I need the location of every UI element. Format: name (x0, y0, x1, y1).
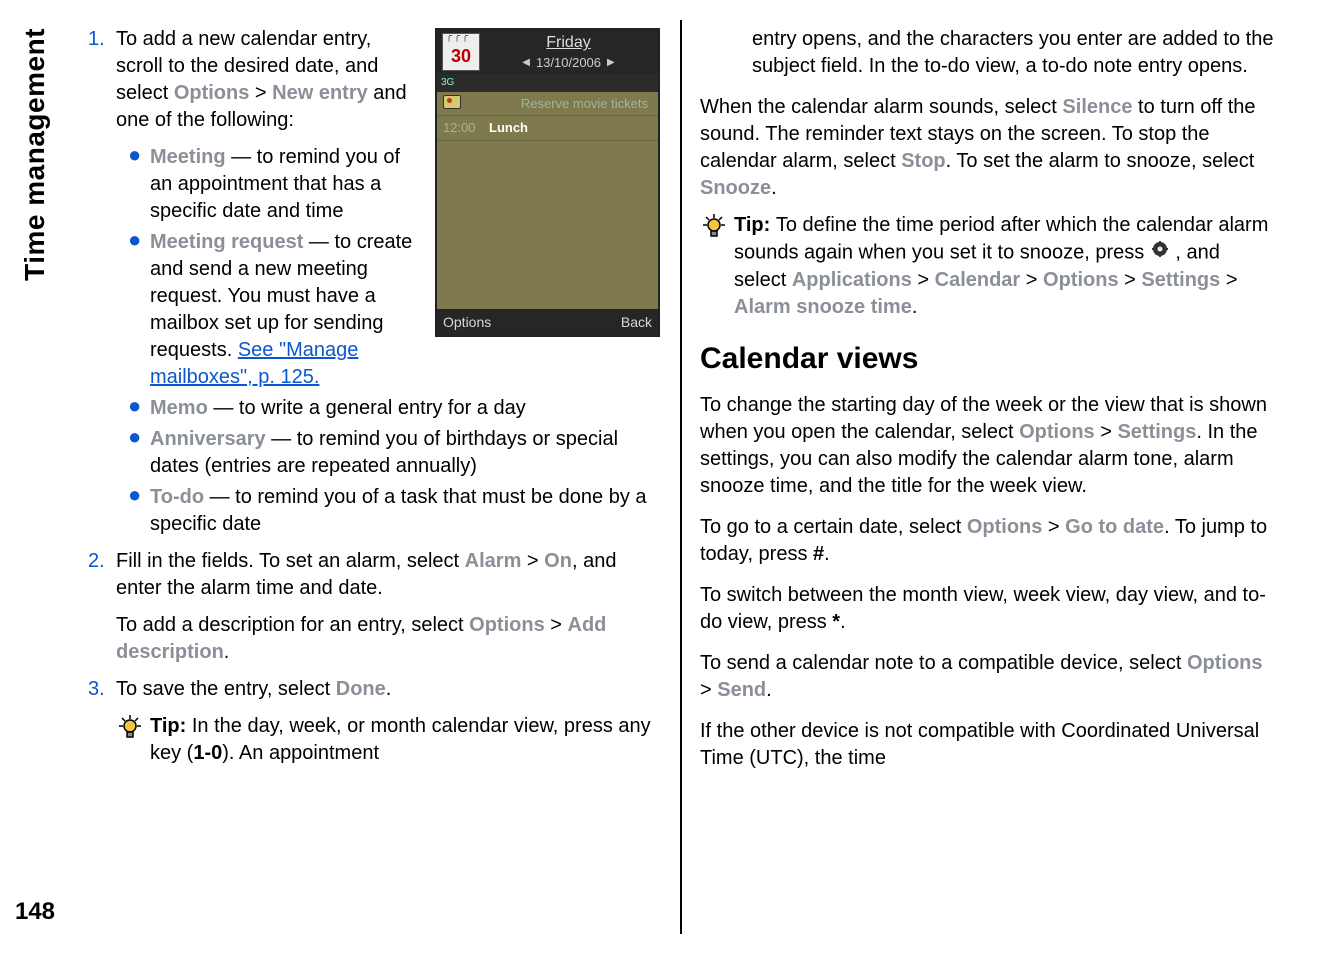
nav-key-icon (1150, 239, 1170, 267)
alarm-paragraph: When the calendar alarm sounds, select S… (700, 94, 1274, 202)
next-day-arrow-icon: ▶ (607, 56, 615, 70)
step-2: 2. Fill in the fields. To set an alarm, … (88, 548, 662, 666)
phone-memo-row: Reserve movie tickets (437, 92, 658, 117)
calendar-views-heading: Calendar views (700, 339, 1274, 380)
tip-icon (700, 212, 734, 321)
appt-time: 12:00 (443, 119, 489, 137)
step-number: 3. (88, 676, 116, 703)
phone-date: 13/10/2006 (536, 54, 601, 72)
paragraph: To send a calendar note to a compatible … (700, 650, 1274, 704)
step-number: 2. (88, 548, 116, 666)
list-item: ●Meeting — to remind you of an appointme… (128, 144, 423, 225)
left-column: ╭╭╭ 30 Friday ◀ 13/10/2006 ▶ 3G (70, 20, 682, 934)
calendar-icon: ╭╭╭ 30 (442, 33, 480, 71)
tip-block: Tip: To define the time period after whi… (700, 212, 1274, 321)
tip-icon (116, 713, 150, 767)
phone-screenshot: ╭╭╭ 30 Friday ◀ 13/10/2006 ▶ 3G (435, 28, 660, 337)
paragraph: If the other device is not compatible wi… (700, 718, 1274, 772)
tip-continuation: entry opens, and the characters you ente… (752, 26, 1274, 80)
step-1: 1. To add a new calendar entry, scroll t… (88, 26, 423, 134)
step-number: 1. (88, 26, 116, 134)
memo-icon (443, 95, 461, 109)
list-item: ●Meeting request — to create and send a … (128, 229, 423, 391)
manual-page: Time management 148 ╭╭╭ 30 Friday ◀ 13/1… (0, 0, 1322, 954)
list-item: ●Anniversary — to remind you of birthday… (128, 426, 662, 480)
appt-title: Lunch (489, 119, 528, 137)
section-title: Time management (19, 28, 51, 281)
side-rail: Time management 148 (0, 20, 70, 934)
paragraph: To switch between the month view, week v… (700, 582, 1274, 636)
tip-block: Tip: In the day, week, or month calendar… (116, 713, 662, 767)
content-columns: ╭╭╭ 30 Friday ◀ 13/10/2006 ▶ 3G (70, 20, 1292, 934)
right-column: entry opens, and the characters you ente… (682, 20, 1292, 934)
paragraph: To change the starting day of the week o… (700, 392, 1274, 500)
page-number: 148 (15, 898, 55, 926)
paragraph: To go to a certain date, select Options … (700, 514, 1274, 568)
step-3: 3. To save the entry, select Done. (88, 676, 662, 703)
softkey-left: Options (443, 313, 491, 332)
phone-status-bar: 3G (437, 74, 658, 92)
softkey-right: Back (621, 313, 652, 332)
phone-softkey-bar: Options Back (437, 309, 658, 336)
phone-appointment-row: 12:00 Lunch (437, 116, 658, 141)
list-item: ●To-do — to remind you of a task that mu… (128, 484, 662, 538)
phone-title-bar: ╭╭╭ 30 Friday ◀ 13/10/2006 ▶ (437, 30, 658, 74)
prev-day-arrow-icon: ◀ (522, 56, 530, 70)
memo-text: Reserve movie tickets (461, 95, 652, 113)
phone-weekday: Friday (485, 32, 652, 54)
phone-day-view: Reserve movie tickets 12:00 Lunch (437, 92, 658, 309)
network-indicator: 3G (441, 76, 454, 90)
list-item: ●Memo — to write a general entry for a d… (128, 395, 662, 422)
